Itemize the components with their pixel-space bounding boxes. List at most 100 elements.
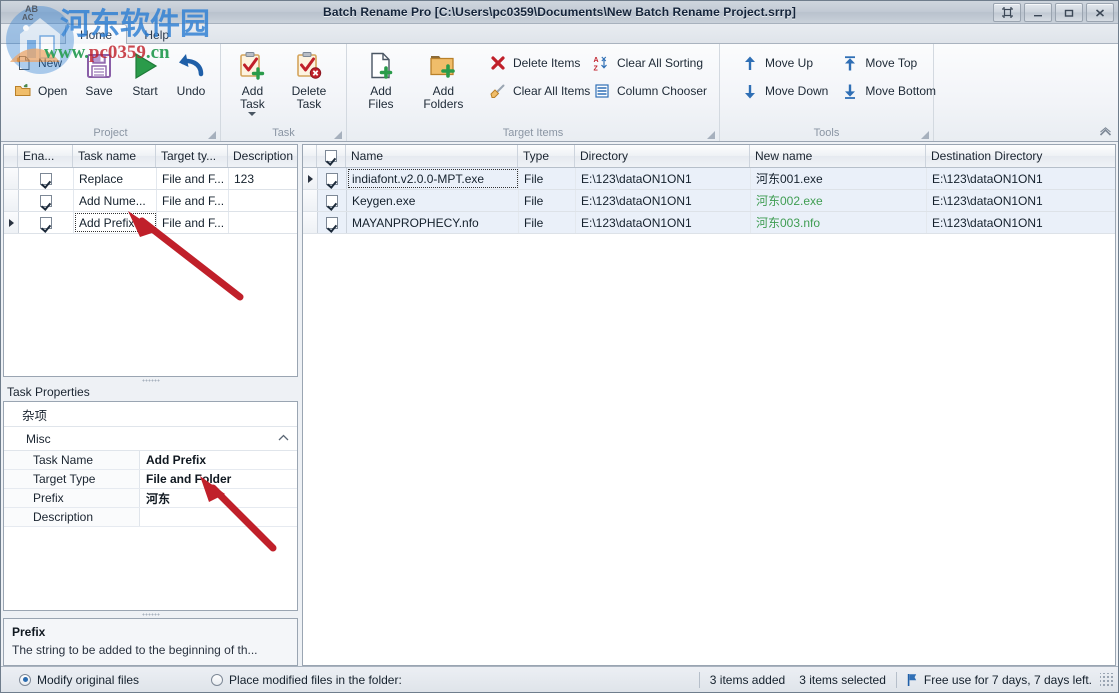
start-button[interactable]: Start [122,47,168,100]
table-row[interactable]: indiafont.v2.0.0-MPT.exe File E:\123\dat… [303,168,1115,190]
az-sort-clear-icon: A Z [592,53,612,73]
task-description-cell: 123 [234,171,255,186]
task-col-target-type[interactable]: Target ty... [156,145,228,167]
tab-home[interactable]: Home [65,24,128,44]
chevron-up-icon[interactable] [1098,125,1112,139]
tools-dialog-launcher-icon[interactable] [921,131,929,139]
table-row[interactable]: Replace File and F... 123 [4,168,297,190]
application-window: Batch Rename Pro [C:\Users\pc0359\Docume… [0,0,1119,693]
move-up-button[interactable]: Move Up [734,49,834,77]
move-bottom-button[interactable]: Move Bottom [834,77,940,105]
clear-all-items-button[interactable]: Clear All Items [482,77,590,105]
delete-items-button[interactable]: Delete Items [482,49,586,77]
add-folders-button-label: Add Folders [423,84,464,111]
table-row[interactable]: Add Nume... File and F... [4,190,297,212]
splitter-grip [141,379,160,382]
clipboard-add-icon [237,49,267,83]
property-row-prefix[interactable]: Prefix 河东 [4,489,297,508]
file-col-type[interactable]: Type [518,145,575,167]
file-new-name-cell: 河东002.exe [751,190,927,211]
caret-right-icon [307,174,313,183]
file-col-new-name[interactable]: New name [750,145,926,167]
property-row-description[interactable]: Description [4,508,297,527]
minimize-icon[interactable] [1024,3,1052,22]
clear-all-sorting-label: Clear All Sorting [616,56,703,70]
new-button-label: New [38,56,63,70]
add-task-button[interactable]: Add Task [227,47,278,118]
task-dialog-launcher-icon[interactable] [334,131,342,139]
property-category-header: 杂项 [4,402,297,427]
task-target-type-cell: File and F... [157,212,229,233]
chevron-down-icon[interactable] [248,112,257,116]
status-bar: Modify original files Place modified fil… [1,666,1118,692]
close-icon[interactable] [1086,3,1114,22]
maximize-icon[interactable] [1055,3,1083,22]
restore-down-icon[interactable] [993,3,1021,22]
row-indicator [4,190,19,211]
task-col-enabled[interactable]: Ena... [18,145,73,167]
delete-task-button[interactable]: Delete Task [278,47,340,113]
ribbon-group-target-items-caption: Target Items [502,127,564,139]
ribbon-group-project-caption: Project [93,127,128,139]
window-resize-grip[interactable] [1100,672,1114,687]
file-row-checkbox[interactable] [318,168,347,189]
radio-place-in-folder[interactable]: Place modified files in the folder: [211,673,402,687]
task-col-name[interactable]: Task name [73,145,156,167]
right-pane: Name Type Directory New name Destination… [302,144,1116,666]
task-enabled-checkbox[interactable] [19,190,74,211]
task-properties-grid[interactable]: 杂项 Misc Task Name Add Prefix Target Type… [3,401,298,611]
save-button[interactable]: Save [76,47,122,100]
undo-arrow-icon [175,49,207,83]
row-indicator [303,190,318,211]
task-list-grid[interactable]: Ena... Task name Target ty... Descriptio… [3,144,298,377]
file-select-all-checkbox[interactable] [317,145,346,167]
radio-modify-original-files[interactable]: Modify original files [19,673,139,687]
file-row-checkbox[interactable] [318,212,347,233]
table-row[interactable]: MAYANPROPHECY.nfo File E:\123\dataON1ON1… [303,212,1115,234]
column-chooser-button[interactable]: Column Chooser [586,77,713,105]
status-items-added: 3 items added [709,672,786,687]
start-button-label: Start [132,84,158,98]
table-row[interactable]: Add Prefix File and F... [4,212,297,234]
file-row-checkbox[interactable] [318,190,347,211]
target-items-dialog-launcher-icon[interactable] [707,131,715,139]
add-files-button[interactable]: Add Files [353,47,409,113]
property-value[interactable]: File and Folder [140,470,297,488]
delete-task-button-label: Delete Task [291,84,327,111]
status-separator-2 [895,671,897,688]
file-list-grid[interactable]: Name Type Directory New name Destination… [302,144,1116,666]
add-folders-button[interactable]: Add Folders [409,47,478,113]
table-row[interactable]: Keygen.exe File E:\123\dataON1ON1 河东002.… [303,190,1115,212]
file-col-destination[interactable]: Destination Directory [926,145,1115,167]
open-button[interactable]: Open [7,77,76,105]
new-button[interactable]: New [7,49,76,77]
horizontal-splitter-2[interactable] [3,611,298,618]
task-enabled-checkbox[interactable] [19,168,74,189]
property-value[interactable] [140,508,297,526]
row-indicator-current [303,168,318,189]
file-col-directory[interactable]: Directory [575,145,750,167]
project-dialog-launcher-icon[interactable] [208,131,216,139]
chevron-up-icon[interactable] [278,434,289,443]
tools-column-2: Move Top Move Bottom [834,47,940,105]
property-value[interactable]: Add Prefix [140,451,297,469]
property-row-target-type[interactable]: Target Type File and Folder [4,470,297,489]
move-top-button[interactable]: Move Top [834,49,940,77]
task-col-description[interactable]: Description [228,145,297,167]
task-description-cell [229,190,297,211]
undo-button[interactable]: Undo [168,47,214,100]
file-col-name[interactable]: Name [346,145,518,167]
task-enabled-checkbox[interactable] [19,212,74,233]
horizontal-splitter[interactable] [3,377,298,384]
file-type-cell: File [519,168,576,189]
tab-help[interactable]: Help [130,25,183,45]
clear-all-sorting-button[interactable]: A Z Clear All Sorting [586,49,713,77]
move-down-button[interactable]: Move Down [734,77,834,105]
title-bar: Batch Rename Pro [C:\Users\pc0359\Docume… [1,1,1118,24]
file-directory-cell: E:\123\dataON1ON1 [576,190,751,211]
property-row-task-name[interactable]: Task Name Add Prefix [4,451,297,470]
property-group-misc[interactable]: Misc [4,427,297,451]
property-value[interactable]: 河东 [140,489,297,507]
ribbon-empty-area [934,44,1118,141]
file-new-name-cell: 河东003.nfo [751,212,927,233]
